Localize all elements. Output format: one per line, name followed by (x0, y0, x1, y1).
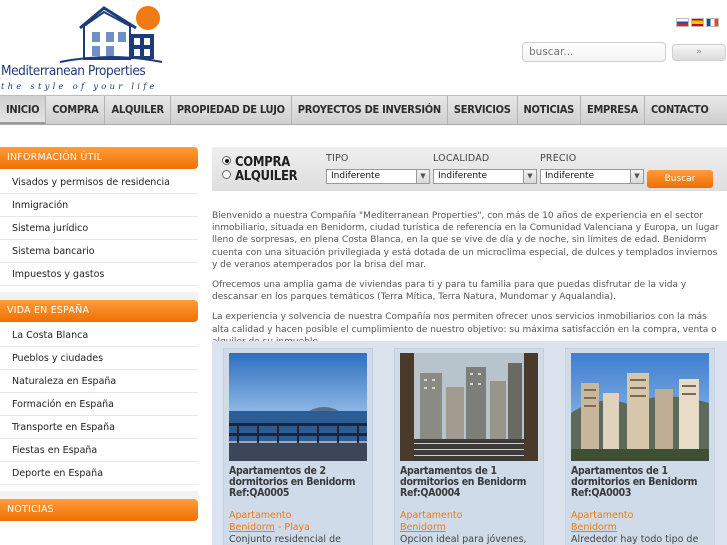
site-header: Mediterranean Properties the style of yo… (0, 0, 727, 96)
french-flag-icon[interactable] (706, 18, 719, 27)
sidebar-header-vida-en-espana: VIDA EN ESPAÑA (0, 300, 198, 322)
sidebar-list-informacion-util: Visados y permisos de residencia Inmigra… (0, 169, 198, 292)
listing-card[interactable]: Apartamentos de 2 dormitorios en Benidor… (223, 348, 373, 545)
radio-alquiler[interactable]: ALQUILER (222, 169, 298, 184)
listing-card[interactable]: Apartamentos de 1 dormitorios en Benidor… (565, 348, 715, 545)
nav-item-propiedad-de-lujo[interactable]: PROPIEDAD DE LUJO (171, 96, 292, 124)
nav-item-alquiler[interactable]: ALQUILER (105, 96, 171, 124)
main-navigation: INICIO COMPRA ALQUILER PROPIEDAD DE LUJO… (0, 95, 727, 125)
listing-type: Apartamento (229, 510, 292, 521)
featured-listings: Apartamentos de 2 dormitorios en Benidor… (212, 341, 727, 545)
sidebar-item-naturaleza[interactable]: Naturaleza en España (0, 370, 198, 393)
chevron-down-icon: ▼ (523, 170, 536, 183)
sidebar-item-pueblos[interactable]: Pueblos y ciudades (0, 347, 198, 370)
sidebar-divider (0, 491, 198, 499)
house-logo-icon (59, 6, 163, 63)
nav-item-noticias[interactable]: NOTICIAS (518, 96, 581, 124)
localidad-select-value: Indiferente (438, 171, 488, 181)
precio-label: PRECIO (540, 153, 577, 164)
sidebar-item-fiestas[interactable]: Fiestas en España (0, 439, 198, 462)
listing-location: Benidorm - Playa (229, 522, 310, 533)
sidebar-divider (0, 292, 198, 300)
intro-text: Bienvenido a nuestra Compañía "Mediterra… (212, 210, 724, 356)
city-view-photo-icon (400, 353, 538, 461)
localidad-label: LOCALIDAD (433, 153, 490, 164)
listing-card[interactable]: Apartamentos de 1 dormitorios en Benidor… (394, 348, 544, 545)
chevron-down-icon: ▼ (416, 170, 429, 183)
listing-location: Benidorm (400, 522, 446, 533)
radio-compra-label: COMPRA (235, 155, 290, 170)
listing-type: Apartamento (571, 510, 634, 521)
listing-title[interactable]: Apartamentos de 1 dormitorios en Benidor… (400, 466, 540, 499)
listing-zone: - Playa (277, 522, 310, 533)
sidebar-list-vida-en-espana: La Costa Blanca Pueblos y ciudades Natur… (0, 322, 198, 491)
property-search-form: COMPRA ALQUILER TIPO Indiferente ▼ LOCAL… (212, 147, 727, 191)
listing-photo[interactable] (229, 353, 367, 461)
listing-type: Apartamento (400, 510, 463, 521)
sidebar-item-visados[interactable]: Visados y permisos de residencia (0, 171, 198, 194)
listing-location: Benidorm (571, 522, 617, 533)
russian-flag-icon[interactable] (676, 18, 689, 27)
sidebar: INFORMACIÓN ÚTIL Visados y permisos de r… (0, 147, 198, 521)
nav-item-empresa[interactable]: EMPRESA (581, 96, 645, 124)
nav-item-compra[interactable]: COMPRA (46, 96, 106, 124)
listing-title[interactable]: Apartamentos de 1 dormitorios en Benidor… (571, 466, 711, 499)
localidad-select[interactable]: Indiferente ▼ (433, 169, 537, 184)
radio-alquiler-label: ALQUILER (235, 169, 298, 184)
intro-paragraph: Bienvenido a nuestra Compañía "Mediterra… (212, 211, 719, 270)
sea-view-photo-icon (229, 353, 367, 461)
listing-photo[interactable] (571, 353, 709, 461)
sidebar-item-sistema-juridico[interactable]: Sistema jurídico (0, 217, 198, 240)
language-selector (676, 18, 719, 27)
listing-city-link[interactable]: Benidorm (400, 522, 446, 533)
nav-item-servicios[interactable]: SERVICIOS (448, 96, 518, 124)
chevron-down-icon: ▼ (630, 170, 643, 183)
listing-city-link[interactable]: Benidorm (571, 522, 617, 533)
sidebar-item-impuestos[interactable]: Impuestos y gastos (0, 263, 198, 286)
sidebar-item-transporte[interactable]: Transporte en España (0, 416, 198, 439)
listing-description: Alrededor hay todo tipo de comercios, re… (571, 534, 699, 545)
tipo-select-value: Indiferente (331, 171, 381, 181)
listing-title[interactable]: Apartamentos de 2 dormitorios en Benidor… (229, 466, 369, 499)
sidebar-item-sistema-bancario[interactable]: Sistema bancario (0, 240, 198, 263)
spanish-flag-icon[interactable] (691, 18, 704, 27)
buscar-button[interactable]: Buscar (647, 170, 713, 188)
listing-description: Conjunto residencial de apartamentos en … (229, 534, 341, 545)
logo-tagline: the style of your life (1, 82, 158, 92)
search-submit-button[interactable]: » (672, 44, 726, 61)
listing-description: Opcion ideal para jóvenes, familias con … (400, 534, 527, 545)
radio-compra[interactable]: COMPRA (222, 155, 290, 170)
precio-select[interactable]: Indiferente ▼ (540, 169, 644, 184)
nav-item-proyectos-de-inversion[interactable]: PROYECTOS DE INVERSIÓN (292, 96, 448, 124)
sidebar-item-costa-blanca[interactable]: La Costa Blanca (0, 324, 198, 347)
nav-item-contacto[interactable]: CONTACTO (645, 96, 715, 124)
search-input[interactable] (522, 42, 666, 62)
towers-photo-icon (571, 353, 709, 461)
nav-item-inicio[interactable]: INICIO (0, 96, 47, 124)
listing-photo[interactable] (400, 353, 538, 461)
tipo-label: TIPO (326, 153, 349, 164)
sidebar-item-deporte[interactable]: Deporte en España (0, 462, 198, 485)
sidebar-item-inmigracion[interactable]: Inmigración (0, 194, 198, 217)
logo-name: Mediterranean Properties (1, 63, 146, 79)
radio-unselected-icon (222, 170, 231, 179)
sidebar-item-formacion[interactable]: Formación en España (0, 393, 198, 416)
site-logo[interactable]: Mediterranean Properties the style of yo… (0, 4, 165, 92)
listing-city-link[interactable]: Benidorm (229, 522, 275, 533)
intro-paragraph: Ofrecemos una amplia gama de viviendas p… (212, 280, 687, 303)
sidebar-header-noticias: NOTICIAS (0, 499, 198, 521)
precio-select-value: Indiferente (545, 171, 595, 181)
sidebar-header-informacion-util: INFORMACIÓN ÚTIL (0, 147, 198, 169)
tipo-select[interactable]: Indiferente ▼ (326, 169, 430, 184)
radio-selected-icon (222, 156, 231, 165)
